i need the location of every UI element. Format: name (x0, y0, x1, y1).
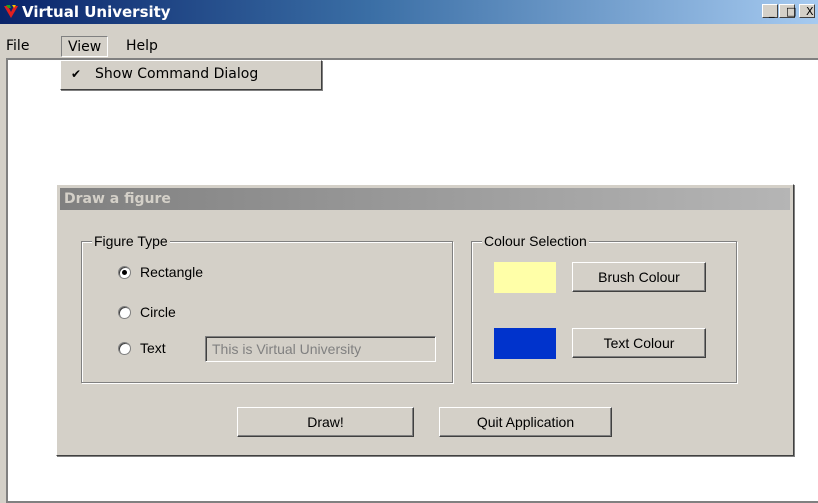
menu-item-label: Show Command Dialog (95, 66, 259, 82)
close-button[interactable]: X (799, 4, 815, 18)
menu-item-show-command-dialog[interactable]: ✔ Show Command Dialog (63, 63, 317, 85)
menu-view[interactable]: View (61, 36, 109, 57)
text-radio[interactable] (118, 342, 131, 355)
checkmark-icon: ✔ (71, 67, 82, 81)
circle-label[interactable]: Circle (140, 304, 176, 320)
colour-selection-legend: Colour Selection (482, 233, 589, 249)
draw-button[interactable]: Draw! (237, 407, 414, 437)
maximize-button[interactable]: □ (779, 4, 796, 18)
brush-colour-button[interactable]: Brush Colour (572, 262, 706, 292)
text-colour-swatch (494, 328, 556, 359)
dialog-title-bar[interactable]: Draw a figure (60, 188, 790, 210)
window-title: Virtual University (22, 3, 171, 21)
circle-radio[interactable] (118, 306, 131, 319)
figure-type-legend: Figure Type (92, 233, 170, 249)
title-bar[interactable]: Virtual University _ □ X (0, 0, 818, 24)
figure-text-field[interactable]: This is Virtual University (205, 336, 436, 362)
main-window: Virtual University _ □ X File View Help … (0, 0, 818, 503)
minimize-button[interactable]: _ (762, 4, 778, 18)
colour-selection-group: Colour Selection Brush Colour Text Colou… (471, 233, 737, 383)
view-menu-dropdown: ✔ Show Command Dialog (60, 60, 322, 90)
rectangle-radio[interactable] (118, 266, 131, 279)
draw-figure-dialog: Draw a figure Figure Type Rectangle Circ… (56, 184, 794, 456)
menu-bar: File View Help (0, 36, 818, 58)
brush-colour-swatch (494, 262, 556, 293)
menu-help[interactable]: Help (120, 36, 164, 57)
virtual-university-logo-icon[interactable] (2, 3, 20, 21)
text-colour-button[interactable]: Text Colour (572, 328, 706, 358)
menu-file[interactable]: File (0, 36, 35, 57)
text-label[interactable]: Text (140, 340, 166, 356)
figure-type-group: Figure Type Rectangle Circle Text This i… (81, 233, 453, 383)
rectangle-label[interactable]: Rectangle (140, 264, 203, 280)
quit-application-button[interactable]: Quit Application (439, 407, 612, 437)
